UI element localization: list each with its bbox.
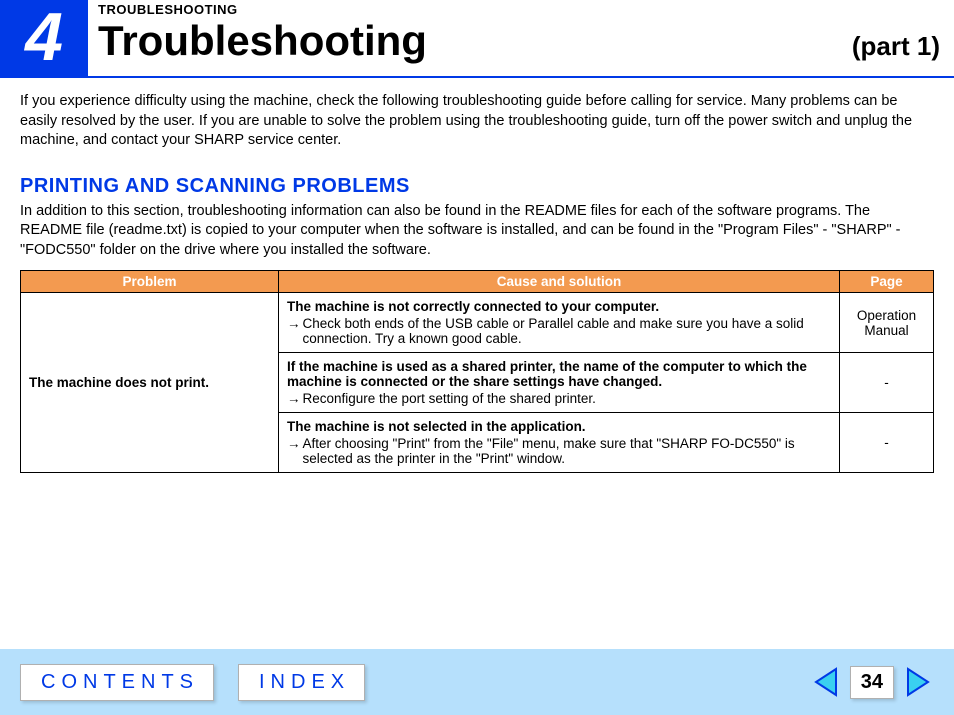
arrow-icon: → (287, 316, 301, 346)
table-header-row: Problem Cause and solution Page (21, 271, 934, 293)
solution-line: → Check both ends of the USB cable or Pa… (287, 316, 831, 346)
header-small-title: TROUBLESHOOTING (98, 2, 940, 17)
intro-paragraph: If you experience difficulty using the m… (20, 92, 934, 151)
cause-cell: The machine is not correctly connected t… (279, 293, 840, 353)
triangle-right-icon (906, 667, 932, 697)
solution-text: After choosing "Print" from the "File" m… (303, 436, 832, 466)
page-number-box: 34 (850, 666, 894, 699)
page-header: 4 TROUBLESHOOTING Troubleshooting (part … (0, 0, 954, 78)
chapter-number-box: 4 (0, 0, 88, 78)
triangle-left-icon (812, 667, 838, 697)
solution-line: → Reconfigure the port setting of the sh… (287, 391, 831, 406)
header-main-title: Troubleshooting (98, 17, 427, 65)
header-main-row: Troubleshooting (part 1) (98, 17, 940, 65)
cause-cell: If the machine is used as a shared print… (279, 353, 840, 413)
footer-right: 34 (810, 665, 934, 699)
th-page: Page (840, 271, 934, 293)
cause-text: The machine is not correctly connected t… (287, 299, 831, 314)
solution-text: Check both ends of the USB cable or Para… (303, 316, 832, 346)
troubleshooting-table: Problem Cause and solution Page The mach… (20, 270, 934, 473)
arrow-icon: → (287, 391, 301, 406)
next-page-button[interactable] (904, 665, 934, 699)
section-desc: In addition to this section, troubleshoo… (20, 202, 934, 261)
th-cause: Cause and solution (279, 271, 840, 293)
cause-text: The machine is not selected in the appli… (287, 419, 831, 434)
arrow-icon: → (287, 436, 301, 466)
problem-cell: The machine does not print. (21, 293, 279, 473)
cause-cell: The machine is not selected in the appli… (279, 413, 840, 473)
header-right: TROUBLESHOOTING Troubleshooting (part 1) (88, 0, 954, 78)
solution-text: Reconfigure the port setting of the shar… (303, 391, 832, 406)
page-cell[interactable]: Operation Manual (840, 293, 934, 353)
contents-button[interactable]: CONTENTS (20, 664, 214, 701)
page-cell: - (840, 353, 934, 413)
solution-line: → After choosing "Print" from the "File"… (287, 436, 831, 466)
footer-bar: CONTENTS INDEX 34 (0, 649, 954, 715)
prev-page-button[interactable] (810, 665, 840, 699)
header-part-label: (part 1) (852, 31, 940, 62)
table-row: The machine does not print. The machine … (21, 293, 934, 353)
page-cell: - (840, 413, 934, 473)
index-button[interactable]: INDEX (238, 664, 365, 701)
chapter-number: 4 (25, 0, 63, 76)
section-title: PRINTING AND SCANNING PROBLEMS (20, 175, 934, 198)
body-area: If you experience difficulty using the m… (0, 78, 954, 473)
th-problem: Problem (21, 271, 279, 293)
cause-text: If the machine is used as a shared print… (287, 359, 831, 389)
